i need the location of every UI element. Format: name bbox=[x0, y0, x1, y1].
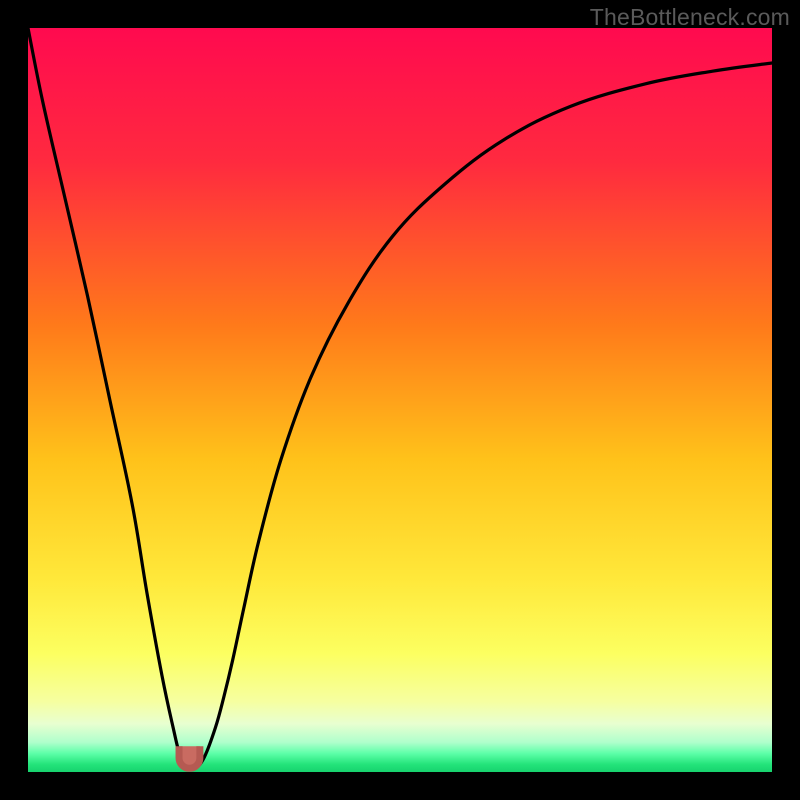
watermark-text: TheBottleneck.com bbox=[590, 4, 790, 31]
trough-marker bbox=[179, 746, 200, 768]
chart-svg bbox=[28, 28, 772, 772]
plot-area bbox=[28, 28, 772, 772]
gradient-background bbox=[28, 28, 772, 772]
chart-frame: TheBottleneck.com bbox=[0, 0, 800, 800]
